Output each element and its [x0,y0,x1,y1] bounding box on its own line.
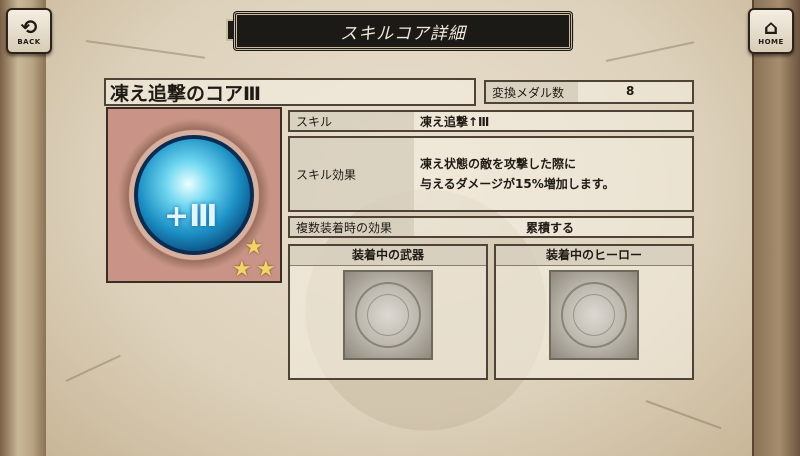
back-arrow-icon: ⟲ [20,14,38,39]
weapon-slot[interactable] [343,270,433,360]
home-button[interactable]: ⌂ HOME [748,8,794,54]
core-name: 凍え追撃のコアⅢ [110,82,261,105]
empty-slot-inner-ring [367,294,409,336]
home-icon: ⌂ [763,14,779,39]
skill-effect-text: 凍え状態の敵を攻撃した際に 与えるダメージが15%増加します。 [420,154,615,194]
core-name-box: 凍え追撃のコアⅢ [104,78,476,106]
back-button[interactable]: ⟲ BACK [6,8,52,54]
orb-glyph: +Ⅲ [164,199,218,234]
book-left-edge [0,0,48,456]
core-orb: +Ⅲ [134,135,254,255]
medal-count-value: 8 [626,84,635,98]
skill-effect-line-1: 凍え状態の敵を攻撃した際に [420,157,577,171]
skill-row: スキル 凍え追撃↑Ⅲ [288,110,694,132]
medal-count-box: 変換メダル数 8 [484,80,694,104]
stack-effect-row: 複数装着時の効果 累積する [288,216,694,238]
star-icon: ★ [232,257,252,282]
page-title: スキルコア詳細 [340,23,466,44]
star-icon: ★ [256,257,276,282]
skill-value: 凍え追撃↑Ⅲ [420,115,490,129]
equipped-weapon-title: 装着中の武器 [290,246,486,266]
page-title-banner: スキルコア詳細 [234,12,572,50]
equipped-hero-title: 装着中のヒーロー [496,246,692,266]
empty-slot-inner-ring [573,294,615,336]
hero-slot[interactable] [549,270,639,360]
home-label: HOME [758,37,784,46]
medal-count-label: 変換メダル数 [486,82,578,102]
equipped-weapon-panel: 装着中の武器 [288,244,488,380]
star-icon: ★ [244,235,264,260]
stack-effect-value: 累積する [526,221,575,235]
book-right-edge [752,0,800,456]
skill-effect-label: スキル効果 [290,138,414,210]
equipped-hero-panel: 装着中のヒーロー [494,244,694,380]
skill-label: スキル [290,112,414,130]
skill-core-image: +Ⅲ ★ ★ ★ [106,107,282,283]
back-label: BACK [17,37,41,46]
stack-effect-label: 複数装着時の効果 [290,218,414,236]
skill-effect-line-2: 与えるダメージが15%増加します。 [420,177,615,191]
skill-effect-row: スキル効果 凍え状態の敵を攻撃した際に 与えるダメージが15%増加します。 [288,136,694,212]
